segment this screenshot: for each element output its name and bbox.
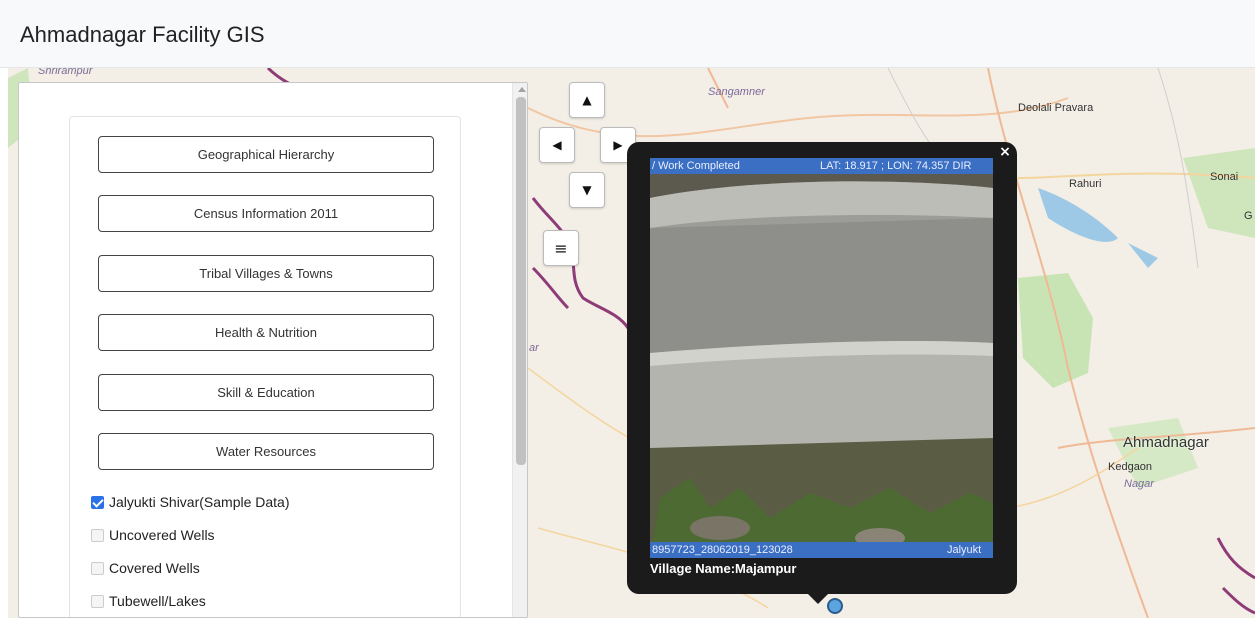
geographical-hierarchy-button[interactable]: Geographical Hierarchy bbox=[98, 136, 434, 173]
app-header: Ahmadnagar Facility GIS bbox=[0, 0, 1255, 68]
arrow-right-icon: ▶ bbox=[613, 138, 623, 152]
stamp-photo-id: 8957723_28062019_123028 bbox=[652, 544, 793, 556]
layer-jalyukti-shivar[interactable]: Jalyukti Shivar(Sample Data) bbox=[91, 494, 290, 510]
skill-education-button[interactable]: Skill & Education bbox=[98, 374, 434, 411]
scroll-thumb[interactable] bbox=[516, 97, 526, 465]
panel-scrollbar[interactable] bbox=[512, 83, 527, 617]
popup-pointer bbox=[808, 594, 828, 604]
layers-panel: Geographical Hierarchy Census Informatio… bbox=[18, 82, 528, 618]
app-title: Ahmadnagar Facility GIS bbox=[20, 22, 265, 47]
pan-up-button[interactable]: ▲ bbox=[569, 82, 605, 118]
pan-down-button[interactable]: ▼ bbox=[569, 172, 605, 208]
scroll-up-arrow-icon[interactable] bbox=[518, 87, 526, 92]
site-photo: / Work Completed LAT: 18.917 ; LON: 74.3… bbox=[650, 158, 993, 558]
menu-icon: ≡ bbox=[554, 238, 568, 258]
map-label-nagar: Nagar bbox=[1124, 478, 1154, 490]
location-marker-icon[interactable] bbox=[827, 598, 843, 614]
layer-tubewell-lakes[interactable]: Tubewell/Lakes bbox=[91, 593, 206, 609]
layers-menu-button[interactable]: ≡ bbox=[543, 230, 579, 266]
photo-stamp-bottom: 8957723_28062019_123028 Jalyukt bbox=[650, 542, 993, 558]
layer-label: Uncovered Wells bbox=[109, 527, 215, 543]
map-label-kedgaon: Kedgaon bbox=[1108, 461, 1153, 473]
map-label-ar: ar bbox=[529, 342, 539, 354]
arrow-left-icon: ◀ bbox=[552, 138, 562, 152]
layer-label: Covered Wells bbox=[109, 560, 200, 576]
photo-stamp-top: / Work Completed LAT: 18.917 ; LON: 74.3… bbox=[650, 158, 993, 174]
pan-left-button[interactable]: ◀ bbox=[539, 127, 575, 163]
arrow-up-icon: ▲ bbox=[582, 93, 592, 107]
checkbox[interactable] bbox=[91, 594, 104, 608]
layer-label: Jalyukti Shivar(Sample Data) bbox=[109, 494, 290, 510]
layer-covered-wells[interactable]: Covered Wells bbox=[91, 560, 200, 576]
stamp-coordinates: LAT: 18.917 ; LON: 74.357 DIR bbox=[820, 160, 972, 172]
stamp-scheme: Jalyukt bbox=[947, 544, 982, 556]
map-label-g: G bbox=[1244, 210, 1253, 222]
map-label-sangamner: Sangamner bbox=[708, 86, 765, 98]
checkbox[interactable] bbox=[91, 528, 104, 542]
tribal-villages-button[interactable]: Tribal Villages & Towns bbox=[98, 255, 434, 292]
map-label-deolali-pravara: Deolali Pravara bbox=[1018, 102, 1094, 114]
map-label-shrirampur: Shrirampur bbox=[38, 68, 93, 77]
layer-label: Tubewell/Lakes bbox=[109, 593, 206, 609]
feature-popup: × / Work Completed LAT: 18.917 ; LON: 74… bbox=[627, 142, 1017, 594]
map-label-rahuri: Rahuri bbox=[1069, 178, 1102, 190]
layer-uncovered-wells[interactable]: Uncovered Wells bbox=[91, 527, 215, 543]
water-resources-button[interactable]: Water Resources bbox=[98, 433, 434, 470]
arrow-down-icon: ▼ bbox=[582, 183, 592, 197]
map-label-ahmadnagar: Ahmadnagar bbox=[1123, 434, 1209, 451]
health-nutrition-button[interactable]: Health & Nutrition bbox=[98, 314, 434, 351]
close-icon[interactable]: × bbox=[997, 144, 1013, 160]
stamp-status: / Work Completed bbox=[652, 160, 740, 172]
village-name: Village Name:Majampur bbox=[650, 561, 797, 576]
checkbox[interactable] bbox=[91, 561, 104, 575]
checkbox-checked[interactable] bbox=[91, 495, 104, 509]
well-photo-image bbox=[650, 158, 993, 558]
census-information-button[interactable]: Census Information 2011 bbox=[98, 195, 434, 232]
map-label-sonai: Sonai bbox=[1210, 171, 1239, 183]
